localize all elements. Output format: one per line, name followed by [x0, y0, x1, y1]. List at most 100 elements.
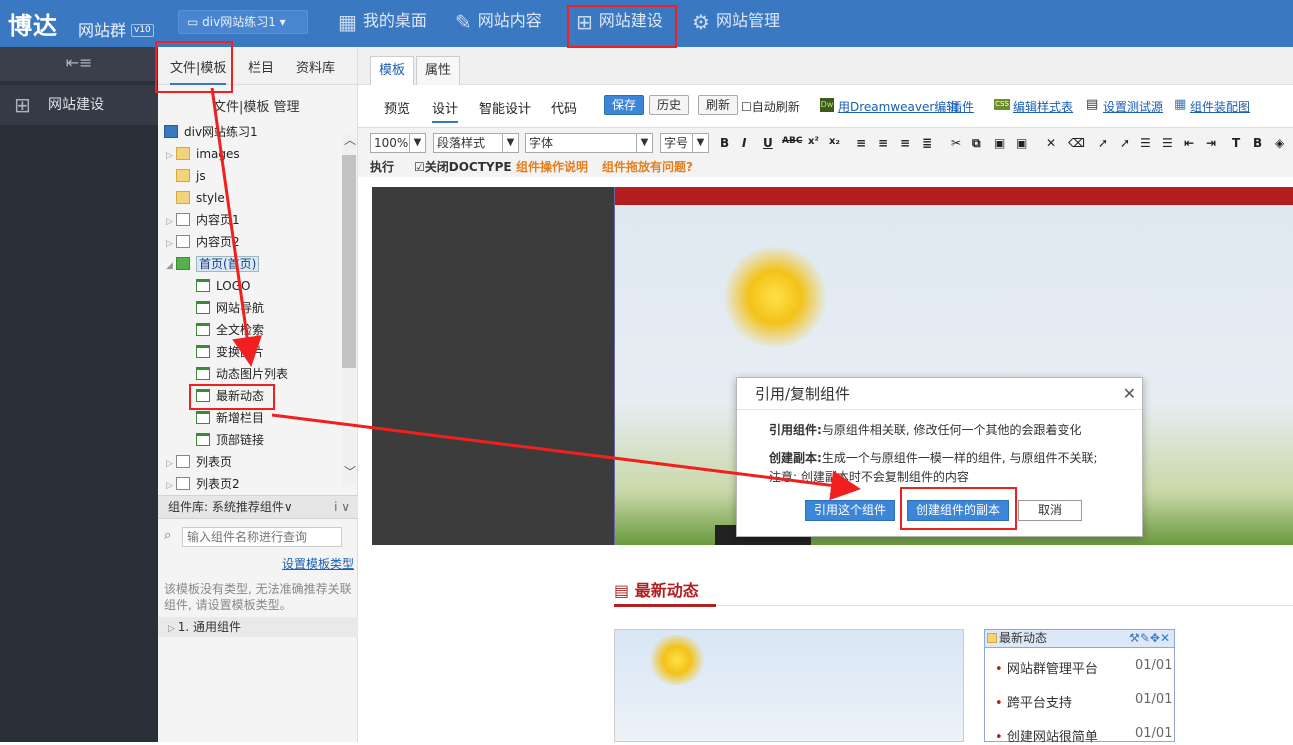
tree-node-component[interactable]: 变换图片 — [196, 343, 264, 361]
tab-file-template[interactable]: 文件|模板 — [170, 57, 227, 85]
tree-node-component[interactable]: 新增栏目 — [196, 409, 264, 427]
close-doctype-checkbox[interactable]: ☑关闭DOCTYPE — [414, 158, 512, 175]
tree-node-home[interactable]: ◢ 首页(首页) — [166, 255, 260, 273]
outdent-icon[interactable]: ⇤ — [1184, 136, 1194, 150]
reference-component-button[interactable]: 引用这个组件 — [805, 500, 896, 521]
mode-smart-design[interactable]: 智能设计 — [479, 98, 531, 117]
indent-icon[interactable]: ⇥ — [1206, 136, 1216, 150]
tree-scrollbar[interactable]: ︿ ﹀ — [342, 133, 356, 485]
tree-node[interactable]: ▷ images — [166, 145, 240, 163]
refresh-button[interactable]: 刷新 — [698, 95, 739, 115]
tab-library[interactable]: 资料库 — [296, 57, 335, 76]
set-template-type-link[interactable]: 设置模板类型 — [282, 555, 354, 572]
delete-icon[interactable]: ✕ — [1046, 136, 1056, 150]
superscript-icon[interactable]: x² — [808, 136, 819, 147]
tree-node-component[interactable]: 全文检索 — [196, 321, 264, 339]
component-icon — [196, 389, 210, 402]
site-selector[interactable]: ▭ div网站练习1 ▾ — [178, 10, 308, 34]
tree-node-component[interactable]: 顶部链接 — [196, 431, 264, 449]
move-icon[interactable]: ✥ — [1150, 631, 1160, 645]
nav-site-content[interactable]: ✎ 网站内容 — [455, 0, 542, 47]
copy-icon[interactable]: ⧉ — [972, 136, 981, 151]
tree-node-component[interactable]: 网站导航 — [196, 299, 264, 317]
background-color-icon[interactable]: B — [1253, 136, 1262, 150]
tab-column[interactable]: 栏目 — [248, 57, 274, 76]
history-button[interactable]: 历史 — [649, 95, 690, 115]
font-select[interactable]: 字体 ▼ — [525, 133, 653, 153]
nav-my-desktop[interactable]: ▦ 我的桌面 — [338, 0, 427, 47]
chevron-down-icon: ▼ — [409, 134, 425, 152]
font-size-select[interactable]: 字号 ▼ — [660, 133, 709, 153]
tree-node[interactable]: ▷ 列表页2 — [166, 475, 240, 493]
list-item[interactable]: • 跨平台支持 01/01 — [995, 692, 1172, 711]
edit-stylesheet-link[interactable]: 编辑样式表 — [1013, 98, 1073, 115]
component-map-link[interactable]: 组件装配图 — [1190, 98, 1250, 115]
plugin-link[interactable]: 插件 — [950, 98, 974, 115]
tree-node[interactable]: div网站练习1 — [164, 123, 258, 141]
list-item[interactable]: • 创建网站很简单 01/01 — [995, 726, 1172, 745]
bold-icon[interactable]: B — [720, 136, 729, 150]
eraser-icon[interactable]: ⌫ — [1068, 136, 1085, 150]
align-left-icon[interactable]: ≡ — [856, 136, 866, 150]
set-test-source-link[interactable]: 设置测试源 — [1103, 98, 1163, 115]
nav-site-build[interactable]: ⊞ 网站建设 — [576, 0, 663, 47]
fill-icon[interactable]: ◈ — [1275, 136, 1284, 150]
mode-design[interactable]: 设计 — [432, 98, 459, 123]
version-badge: v10 — [131, 24, 154, 37]
close-icon[interactable]: ✕ — [1160, 631, 1170, 645]
tab-properties[interactable]: 属性 — [416, 56, 461, 85]
save-button[interactable]: 保存 — [604, 95, 645, 115]
paste-icon[interactable]: ▣ — [994, 136, 1005, 150]
unordered-list-icon[interactable]: ☰ — [1162, 136, 1173, 150]
auto-refresh-checkbox[interactable]: ☐自动刷新 — [741, 98, 800, 115]
latest-news-component[interactable]: 最新动态 ⚒✎✥✕ • 网站群管理平台 01/01 • 跨平台支持 01/01 • … — [984, 629, 1175, 745]
scroll-up-icon[interactable]: ︿ — [344, 131, 356, 148]
align-right-icon[interactable]: ≡ — [900, 136, 910, 150]
tree-node[interactable]: ▷ 列表页 — [166, 453, 232, 471]
component-issue-link[interactable]: 组件拖放有问题? — [602, 158, 693, 175]
paste-text-icon[interactable]: ▣ — [1016, 136, 1027, 150]
execute-button[interactable]: 执行 — [370, 158, 394, 175]
wrench-icon[interactable]: ⚒ — [1129, 631, 1140, 645]
tree-node[interactable]: ▷ 内容页1 — [166, 211, 240, 229]
list-item[interactable]: • 网站群管理平台 01/01 — [995, 658, 1172, 677]
underline-icon[interactable]: U — [763, 136, 773, 150]
mode-code[interactable]: 代码 — [551, 98, 577, 117]
close-icon[interactable]: ✕ — [1123, 384, 1136, 403]
select-icon[interactable]: ➚ — [1120, 136, 1130, 150]
paragraph-style-select[interactable]: 段落样式 ▼ — [433, 133, 519, 153]
tree-node-component-latest-news[interactable]: 最新动态 — [196, 387, 264, 405]
scrollbar-thumb[interactable] — [342, 155, 356, 368]
zoom-select[interactable]: 100% ▼ — [370, 133, 426, 153]
tree-node[interactable]: style — [176, 189, 225, 207]
tree-node-component[interactable]: 动态图片列表 — [196, 365, 288, 383]
cut-icon[interactable]: ✂ — [951, 136, 961, 150]
template-type-tip: 该模板没有类型, 无法准确推荐关联组件, 请设置模板类型。 — [164, 582, 352, 612]
tree-node-component[interactable]: LOGO — [196, 277, 250, 295]
ordered-list-icon[interactable]: ☰ — [1140, 136, 1151, 150]
copy-component-button[interactable]: 创建组件的副本 — [907, 500, 1010, 521]
tab-template[interactable]: 模板 — [370, 56, 415, 85]
cancel-button[interactable]: 取消 — [1018, 500, 1082, 521]
component-search-input[interactable] — [182, 527, 342, 547]
scroll-down-icon[interactable]: ﹀ — [344, 463, 356, 480]
justify-icon[interactable]: ≣ — [922, 136, 932, 150]
strikethrough-icon[interactable]: ABC — [782, 136, 802, 146]
italic-icon[interactable]: I — [742, 136, 746, 150]
align-center-icon[interactable]: ≡ — [878, 136, 888, 150]
edit-icon[interactable]: ✎ — [1140, 631, 1150, 645]
mode-preview[interactable]: 预览 — [384, 98, 410, 117]
info-icon[interactable]: i ∨ — [334, 496, 350, 518]
general-components-item[interactable]: ▷ 1. 通用组件 — [158, 617, 358, 637]
text-color-icon[interactable]: T — [1232, 136, 1240, 150]
sidebar-item-site-build[interactable]: ⊞ 网站建设 — [0, 85, 158, 125]
tree-node[interactable]: js — [176, 167, 206, 185]
component-help-link[interactable]: 组件操作说明 — [516, 158, 588, 175]
pointer-icon[interactable]: ➚ — [1098, 136, 1108, 150]
tree-node[interactable]: ▷ 内容页2 — [166, 233, 240, 251]
nav-site-manage[interactable]: ⚙ 网站管理 — [692, 0, 780, 47]
dreamweaver-link[interactable]: 用Dreamweaver编辑 — [838, 98, 958, 115]
subscript-icon[interactable]: x₂ — [829, 136, 840, 147]
collapse-menu-icon[interactable]: ⇤≡ — [0, 47, 158, 81]
component-library-select[interactable]: 组件库: 系统推荐组件∨ i ∨ — [158, 495, 358, 519]
